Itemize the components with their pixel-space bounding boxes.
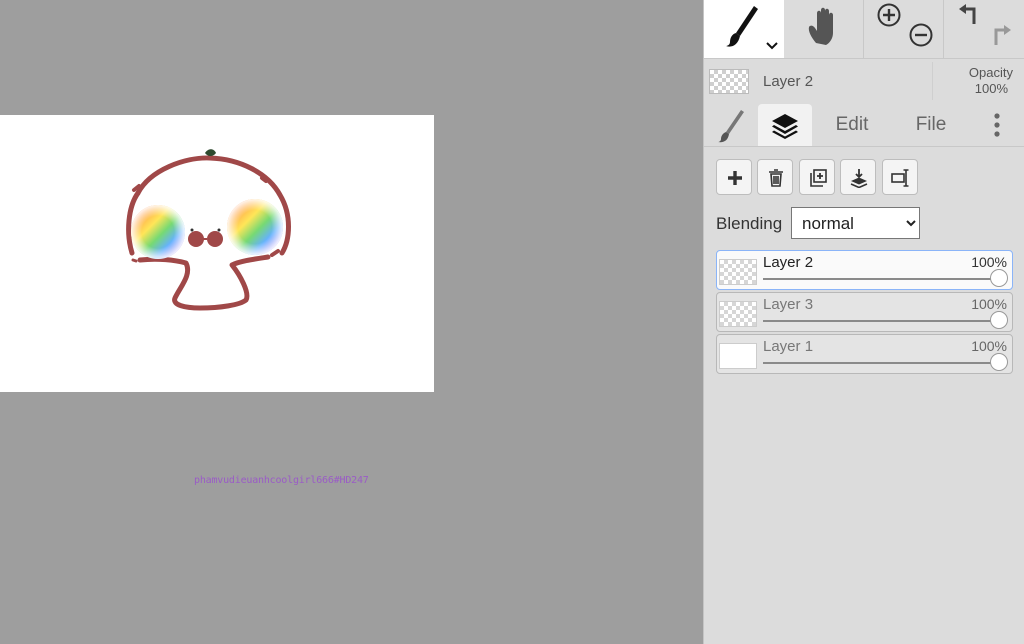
zoom-out-icon[interactable] — [908, 22, 934, 48]
artist-signature: phamvudieuanhcoolgirl666#HD247 — [194, 475, 369, 486]
layer-item[interactable]: Layer 2 100% — [716, 250, 1013, 290]
layer-opacity-slider-handle[interactable] — [990, 311, 1008, 329]
tool-bar — [704, 0, 1024, 59]
merge-down-button[interactable] — [840, 159, 876, 195]
tab-brush[interactable] — [704, 104, 758, 146]
layer-opacity-slider-handle[interactable] — [990, 353, 1008, 371]
zoom-in-icon[interactable] — [876, 2, 902, 28]
tab-layers[interactable] — [758, 104, 812, 146]
hand-tool-button[interactable] — [784, 0, 864, 58]
layer-opacity-slider[interactable] — [763, 320, 996, 322]
current-layer-name: Layer 2 — [763, 73, 814, 90]
redo-icon[interactable] — [988, 23, 1014, 49]
plus-icon — [728, 171, 742, 185]
layer-opacity: 100% — [971, 338, 1007, 354]
drawing-canvas[interactable]: phamvudieuanhcoolgirl666#HD247 — [0, 115, 434, 486]
tab-edit[interactable]: Edit — [819, 104, 885, 146]
blending-mode-select[interactable]: normal — [791, 207, 920, 239]
more-vertical-icon — [994, 113, 1000, 137]
more-menu-button[interactable] — [982, 104, 1012, 146]
layer-actions-bar — [716, 159, 1016, 195]
layer-opacity-slider-handle[interactable] — [990, 269, 1008, 287]
side-panel: Layer 2 Opacity 100% Edit File Blending … — [703, 0, 1024, 644]
current-layer-header: Layer 2 Opacity 100% — [704, 58, 1024, 104]
rename-icon — [891, 169, 909, 187]
layer-thumbnail — [719, 259, 757, 285]
opacity-value[interactable]: 100% — [975, 81, 1008, 96]
duplicate-layer-button[interactable] — [799, 159, 835, 195]
layer-opacity: 100% — [971, 296, 1007, 312]
layer-opacity-slider[interactable] — [763, 278, 996, 280]
layer-name: Layer 3 — [763, 296, 814, 313]
zoom-tool-group — [864, 0, 944, 58]
brush-tab-icon — [718, 110, 744, 143]
canvas-workspace[interactable]: phamvudieuanhcoolgirl666#HD247 — [0, 0, 703, 644]
duplicate-icon — [810, 169, 827, 187]
tab-file[interactable]: File — [897, 104, 965, 146]
layer-opacity: 100% — [971, 254, 1007, 270]
hand-icon — [808, 7, 833, 45]
chevron-down-icon[interactable] — [765, 41, 779, 51]
drawing-artwork — [126, 149, 291, 311]
undo-icon[interactable] — [956, 2, 982, 28]
layer-name: Layer 1 — [763, 338, 814, 355]
opacity-label: Opacity — [968, 65, 1013, 80]
current-layer-thumbnail — [709, 69, 749, 94]
merge-down-icon — [850, 169, 868, 188]
panel-tabs: Edit File — [704, 104, 1024, 147]
trash-icon — [769, 169, 783, 187]
add-layer-button[interactable] — [716, 159, 752, 195]
brush-tool-button[interactable] — [704, 0, 784, 58]
layer-item[interactable]: Layer 3 100% — [716, 292, 1013, 332]
layer-item[interactable]: Layer 1 100% — [716, 334, 1013, 374]
layer-thumbnail — [719, 343, 757, 369]
rename-layer-button[interactable] — [882, 159, 918, 195]
header-divider — [932, 62, 933, 100]
brush-icon — [726, 6, 758, 47]
blending-label: Blending — [716, 214, 783, 233]
layer-thumbnail — [719, 301, 757, 327]
layer-name: Layer 2 — [763, 254, 814, 271]
layers-icon — [772, 114, 798, 139]
layer-opacity-slider[interactable] — [763, 362, 996, 364]
history-tool-group — [944, 0, 1024, 58]
delete-layer-button[interactable] — [757, 159, 793, 195]
